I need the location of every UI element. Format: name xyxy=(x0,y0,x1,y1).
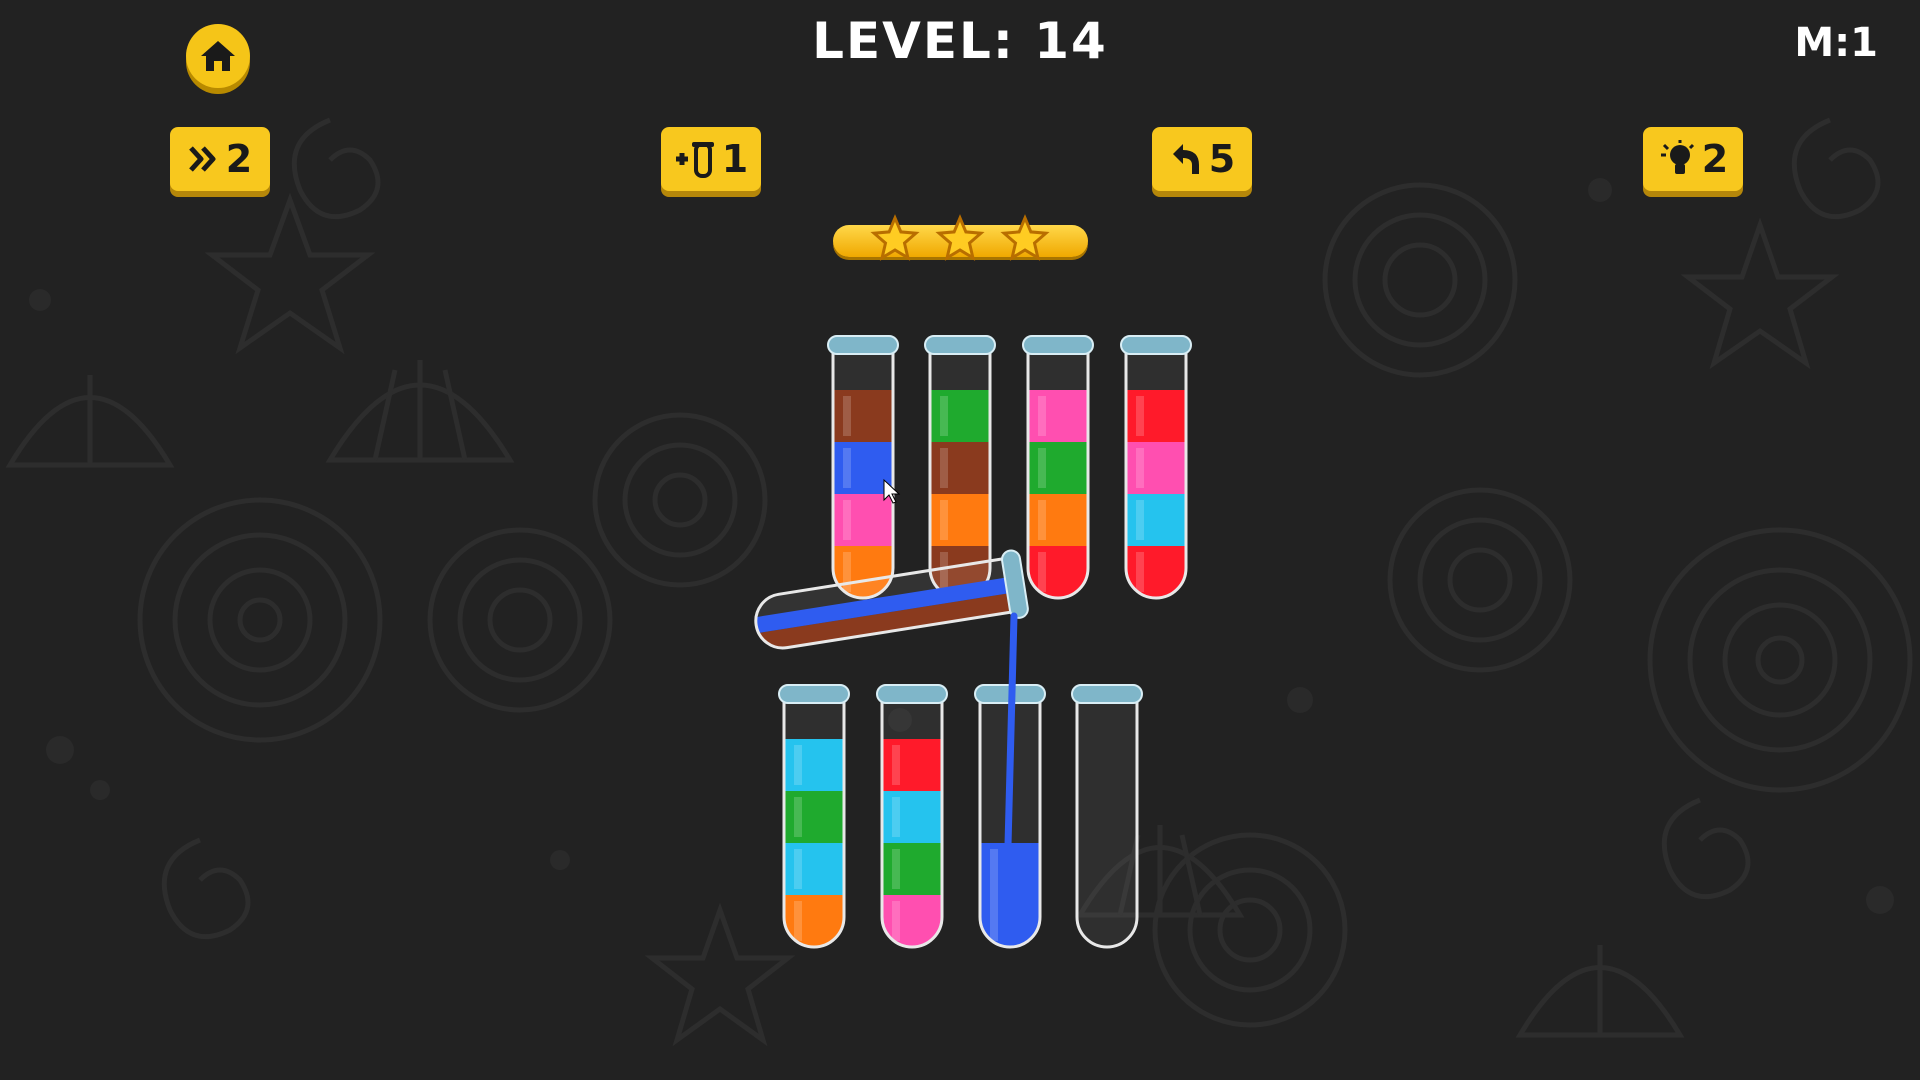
liquid-layer-green xyxy=(1028,442,1088,494)
layer-shine xyxy=(794,901,802,941)
liquid-layer-orange xyxy=(1028,494,1088,546)
liquid-layer-red xyxy=(1126,390,1186,442)
tube-rim xyxy=(1022,335,1094,355)
layer-shine xyxy=(892,901,900,941)
layer-shine xyxy=(1136,552,1144,592)
liquid-layer-green xyxy=(784,791,844,843)
tube-rim xyxy=(1120,335,1192,355)
layer-shine xyxy=(843,396,851,436)
layer-shine xyxy=(1038,500,1046,540)
tube-glass xyxy=(1077,699,1137,947)
tube[interactable] xyxy=(876,684,948,949)
game-board xyxy=(751,335,1192,949)
tube[interactable] xyxy=(1071,684,1143,949)
layer-shine xyxy=(843,448,851,488)
tube-rim xyxy=(924,335,996,355)
layer-shine xyxy=(1136,396,1144,436)
liquid-layer-red xyxy=(882,739,942,791)
liquid-layer-orange xyxy=(930,494,990,546)
tube[interactable] xyxy=(924,335,996,600)
tube[interactable] xyxy=(778,684,850,949)
layer-shine xyxy=(1038,448,1046,488)
liquid-layer-pink xyxy=(833,494,893,546)
layer-shine xyxy=(940,500,948,540)
tube[interactable] xyxy=(827,335,899,600)
tube[interactable] xyxy=(1120,335,1192,600)
layer-shine xyxy=(1038,552,1046,592)
layer-shine xyxy=(940,448,948,488)
liquid-layer-brown xyxy=(930,442,990,494)
liquid-layer-green xyxy=(930,390,990,442)
liquid-layer-pink xyxy=(1028,390,1088,442)
tube-rim xyxy=(1071,684,1143,704)
layer-shine xyxy=(1038,396,1046,436)
liquid-layer-pink xyxy=(1126,442,1186,494)
layer-shine xyxy=(892,849,900,889)
layer-shine xyxy=(990,849,998,941)
liquid-layer-cyan xyxy=(882,791,942,843)
layer-shine xyxy=(940,396,948,436)
tube-rim xyxy=(876,684,948,704)
layer-shine xyxy=(794,849,802,889)
tube[interactable] xyxy=(1022,335,1094,600)
tube-rim xyxy=(778,684,850,704)
liquid-layer-cyan xyxy=(1126,494,1186,546)
tube-rim xyxy=(827,335,899,355)
layer-shine xyxy=(1136,448,1144,488)
liquid-layer-green xyxy=(882,843,942,895)
layer-shine xyxy=(892,745,900,785)
layer-shine xyxy=(794,797,802,837)
liquid-layer-cyan xyxy=(784,739,844,791)
liquid-layer-blue xyxy=(980,843,1040,947)
liquid-layer-brown xyxy=(833,390,893,442)
layer-shine xyxy=(892,797,900,837)
layer-shine xyxy=(794,745,802,785)
layer-shine xyxy=(1136,500,1144,540)
liquid-layer-cyan xyxy=(784,843,844,895)
layer-shine xyxy=(843,500,851,540)
